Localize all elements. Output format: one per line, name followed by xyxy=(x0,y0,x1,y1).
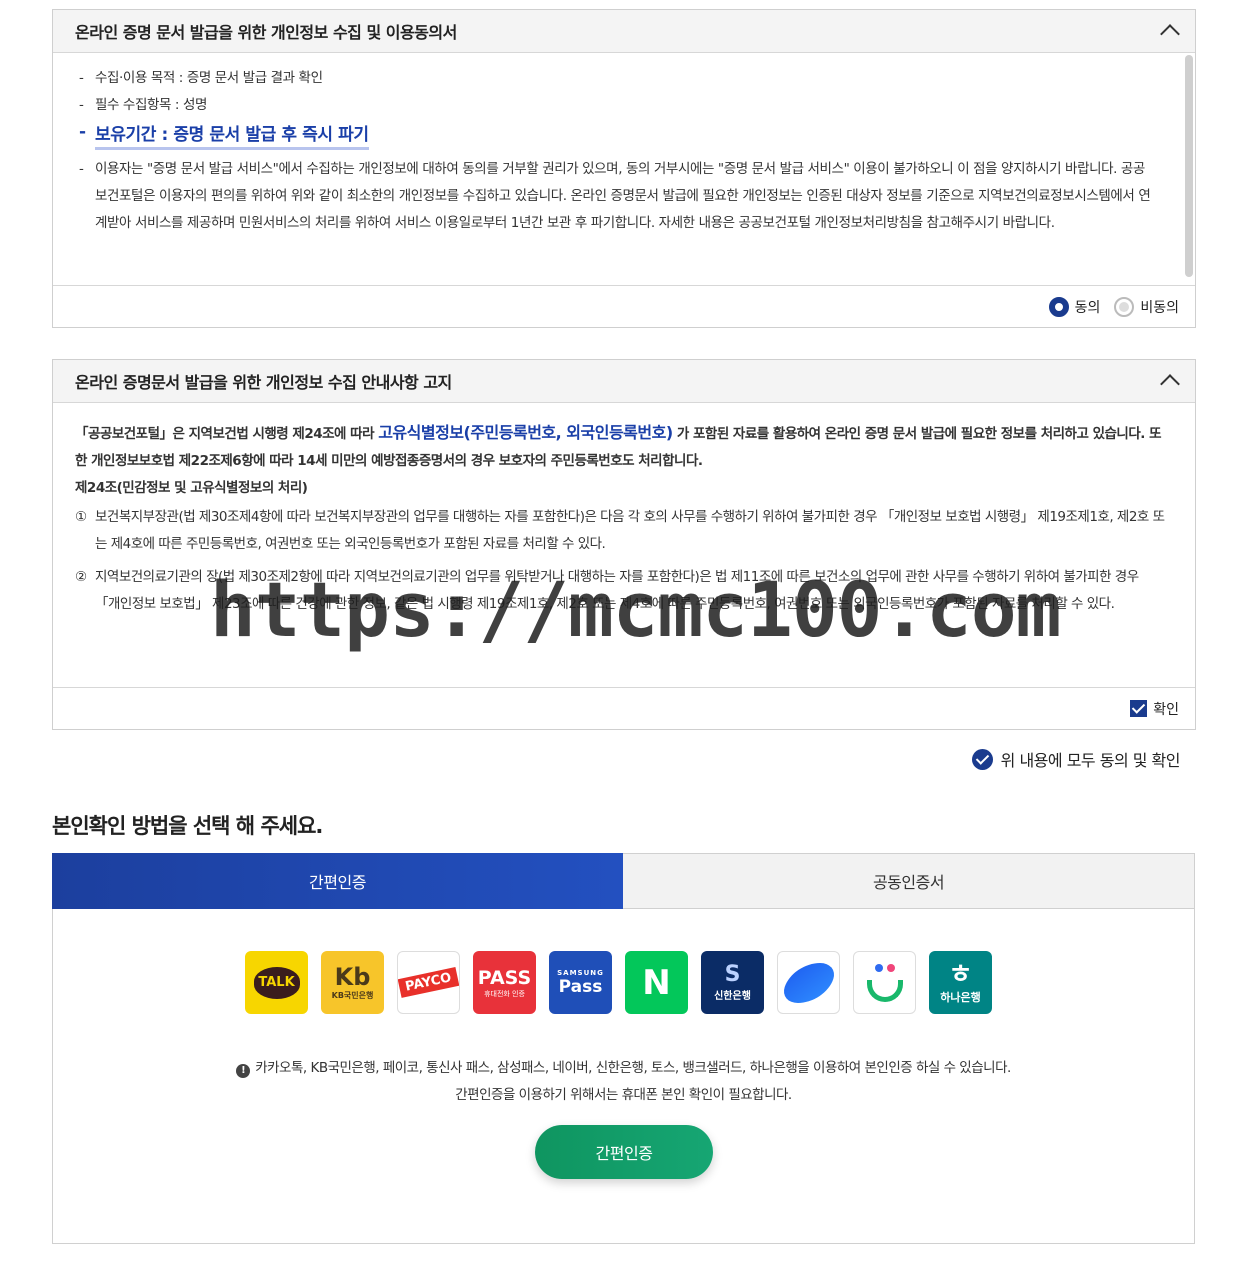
consent-panel-title: 온라인 증명 문서 발급을 위한 개인정보 수집 및 이용동의서 xyxy=(75,23,457,42)
agree-radio[interactable]: 동의 xyxy=(1048,296,1100,317)
watermark: https://mcmc100.com xyxy=(210,565,1061,654)
notice-confirm: 확인 xyxy=(53,687,1195,729)
payco-icon[interactable]: PAYCO xyxy=(397,951,460,1014)
notice-panel: 온라인 증명문서 발급을 위한 개인정보 수집 안내사항 고지 「공공보건포털」… xyxy=(52,359,1196,730)
scrollbar[interactable] xyxy=(1185,55,1193,277)
article-title: 제24조(민감정보 및 고유식별정보의 처리) xyxy=(75,480,308,496)
clause-item: ① 보건복지부장관(법 제30조제4항에 따라 보건복지부장관의 업무를 대행하는… xyxy=(75,509,1165,552)
banksalad-icon[interactable] xyxy=(853,951,916,1014)
shinhan-icon[interactable]: S 신한은행 xyxy=(701,951,764,1014)
consent-panel-body: - 수집·이용 목적 : 증명 문서 발급 결과 확인 - 필수 수집항목 : 성명… xyxy=(53,53,1195,285)
banksalad-cup xyxy=(866,979,903,1002)
consent-panel-header[interactable]: 온라인 증명 문서 발급을 위한 개인정보 수집 및 이용동의서 xyxy=(53,10,1195,53)
consent-options: 동의 비동의 xyxy=(53,285,1195,327)
retention-highlight: - 보유기간 : 증명 문서 발급 후 즉시 파기 xyxy=(79,119,1155,156)
list-item: - 필수 수집항목 : 성명 xyxy=(79,97,207,113)
naver-icon[interactable]: N xyxy=(625,951,688,1014)
tab-certificate[interactable]: 공동인증서 xyxy=(623,853,1195,909)
toss-icon[interactable] xyxy=(777,951,840,1014)
simple-auth-button[interactable]: 간편인증 xyxy=(535,1125,713,1179)
kb-icon[interactable]: Kb KB국민은행 xyxy=(321,951,384,1014)
notice-intro: 「공공보건포털」은 지역보건법 시행령 제24조에 따라 고유식별정보(주민등록… xyxy=(75,423,1162,469)
banksalad-dots xyxy=(874,963,895,972)
hana-icon[interactable]: ㅎ 하나은행 xyxy=(929,951,992,1014)
kakao-icon[interactable]: TALK xyxy=(245,951,308,1014)
samsung-pass-icon[interactable]: SAMSUNG Pass xyxy=(549,951,612,1014)
auth-panel: TALK Kb KB국민은행 PAYCO PASS 휴대전화 인증 SAMSUNG P… xyxy=(52,909,1195,1244)
radio-unchecked-icon xyxy=(1114,296,1135,317)
pass-icon[interactable]: PASS 휴대전화 인증 xyxy=(473,951,536,1014)
chevron-up-icon[interactable] xyxy=(1160,374,1180,394)
toss-logo-shape xyxy=(779,962,838,1003)
checkbox-checked-icon xyxy=(1130,700,1148,717)
agree-all-checkbox[interactable]: 위 내용에 모두 동의 및 확인 xyxy=(971,747,1181,771)
tab-simple-auth[interactable]: 간편인증 xyxy=(52,853,623,909)
radio-checked-icon xyxy=(1048,296,1069,317)
consent-panel: 온라인 증명 문서 발급을 위한 개인정보 수집 및 이용동의서 - 수집·이용 … xyxy=(52,9,1196,328)
confirm-checkbox[interactable]: 확인 xyxy=(1130,699,1179,719)
check-circle-icon xyxy=(971,748,993,770)
auth-tabs: 간편인증 공동인증서 xyxy=(52,853,1195,909)
chevron-up-icon[interactable] xyxy=(1160,24,1180,44)
auth-note: ! 카카오톡, KB국민은행, 페이코, 통신사 패스, 삼성패스, 네이버, 신… xyxy=(53,1055,1194,1109)
info-icon: ! xyxy=(236,1064,251,1078)
notice-panel-title: 온라인 증명문서 발급을 위한 개인정보 수집 안내사항 고지 xyxy=(75,373,452,392)
notice-panel-header[interactable]: 온라인 증명문서 발급을 위한 개인정보 수집 안내사항 고지 xyxy=(53,360,1195,403)
section-title: 본인확인 방법을 선택 해 주세요. xyxy=(52,814,323,838)
disagree-radio[interactable]: 비동의 xyxy=(1114,296,1179,317)
provider-list: TALK Kb KB국민은행 PAYCO PASS 휴대전화 인증 SAMSUNG P… xyxy=(245,951,992,1014)
list-item: - 수집·이용 목적 : 증명 문서 발급 결과 확인 xyxy=(79,70,323,86)
list-item: - 이용자는 "증명 문서 발급 서비스"에서 수집하는 개인정보에 대하여 동의… xyxy=(79,161,1151,231)
